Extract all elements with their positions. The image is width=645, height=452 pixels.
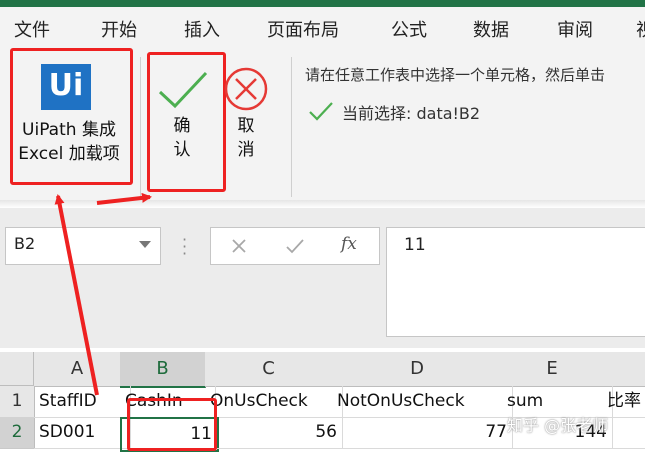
watermark-text: 知乎 @张老师	[507, 416, 609, 435]
arrow-to-confirm	[96, 192, 152, 205]
annotation-arrows	[54, 192, 152, 396]
arrow-to-uipath	[54, 194, 99, 396]
